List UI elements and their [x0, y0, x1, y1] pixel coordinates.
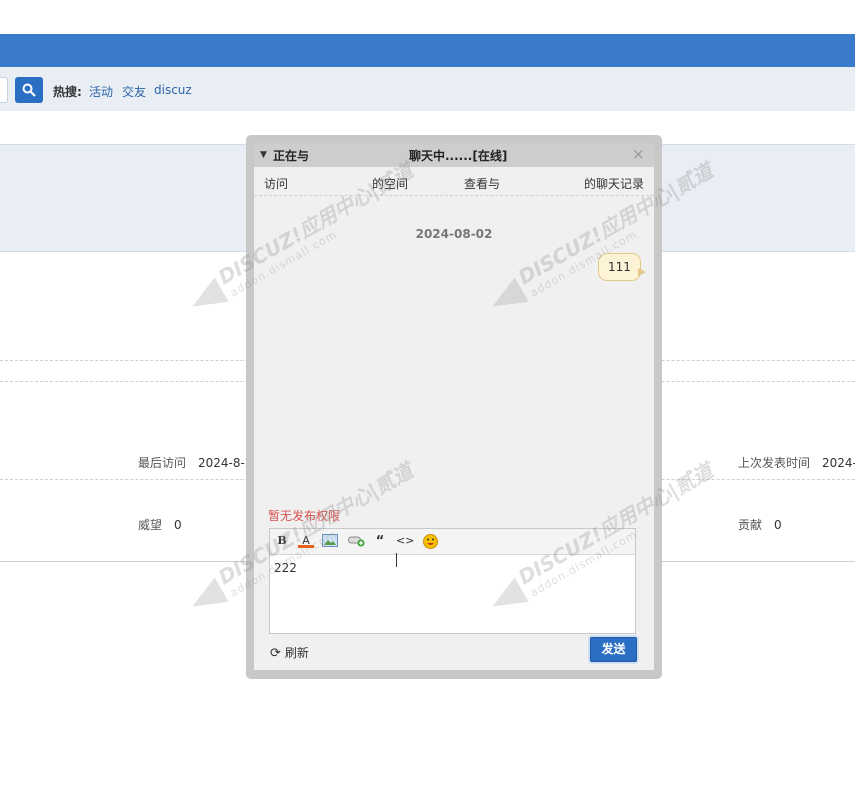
- search-bar: 热搜: 活动 交友 discuz: [0, 67, 855, 111]
- send-button[interactable]: 发送: [590, 637, 637, 662]
- search-icon: [22, 83, 36, 97]
- chat-dialog-body: ▼ 正在与 聊天中......[在线] × 访问 的空间 查看与 的聊天记录 2…: [254, 143, 654, 670]
- message-input[interactable]: 222: [274, 561, 297, 575]
- hot-link-friends[interactable]: 交友: [122, 83, 146, 100]
- collapse-triangle-icon[interactable]: ▼: [260, 150, 267, 160]
- top-nav-bar: [0, 34, 855, 67]
- message-date: 2024-08-02: [415, 227, 493, 241]
- image-icon[interactable]: [322, 534, 338, 548]
- message-editor: B A “ <> 222: [269, 528, 636, 634]
- watermark-arrow-icon: [185, 277, 229, 319]
- chat-dialog: ▼ 正在与 聊天中......[在线] × 访问 的空间 查看与 的聊天记录 2…: [246, 135, 662, 679]
- prestige-stat: 威望 0: [138, 516, 182, 533]
- contribution-value: 0: [774, 518, 782, 532]
- message-bubble: 111: [598, 253, 646, 281]
- prestige-value: 0: [174, 518, 182, 532]
- hot-link-activity[interactable]: 活动: [89, 83, 113, 100]
- watermark-arrow-icon: [185, 577, 229, 619]
- quote-icon[interactable]: “: [372, 534, 388, 549]
- search-input[interactable]: [0, 77, 8, 103]
- visit-link[interactable]: 访问: [264, 175, 288, 192]
- view-with-link[interactable]: 查看与: [464, 175, 500, 192]
- last-visit-label: 最后访问: [138, 456, 187, 470]
- prestige-label: 威望: [138, 518, 163, 532]
- last-post-stat: 上次发表时间 2024-7: [738, 454, 855, 471]
- hot-link-discuz[interactable]: discuz: [154, 83, 192, 97]
- refresh-label: 刷新: [284, 646, 309, 660]
- no-permission-notice: 暂无发布权限: [268, 509, 341, 523]
- chat-title-prefix: 正在与: [273, 149, 310, 163]
- insert-link-icon[interactable]: [348, 534, 365, 548]
- close-icon[interactable]: ×: [632, 145, 645, 163]
- chat-title-status: 聊天中......[在线]: [409, 149, 508, 163]
- contribution-label: 贡献: [738, 518, 763, 532]
- last-post-value: 2024-7: [822, 456, 855, 470]
- emoji-icon[interactable]: [422, 534, 438, 549]
- code-icon[interactable]: <>: [396, 534, 414, 548]
- space-link[interactable]: 的空间: [372, 175, 408, 192]
- text-cursor: [396, 553, 397, 567]
- search-button[interactable]: [15, 77, 43, 103]
- font-color-icon[interactable]: A: [298, 534, 314, 548]
- bold-icon[interactable]: B: [274, 534, 290, 548]
- hot-search-label: 热搜:: [53, 85, 82, 99]
- editor-toolbar: B A “ <>: [270, 529, 635, 555]
- last-post-label: 上次发表时间: [738, 456, 811, 470]
- chat-history-link[interactable]: 的聊天记录: [584, 175, 644, 192]
- chat-nav: 访问 的空间 查看与 的聊天记录: [254, 167, 654, 196]
- refresh-icon: ⟳: [270, 646, 281, 661]
- chat-dialog-header[interactable]: ▼ 正在与 聊天中......[在线] ×: [254, 143, 654, 167]
- refresh-button[interactable]: ⟳ 刷新: [270, 644, 309, 661]
- contribution-stat: 贡献 0: [738, 516, 782, 533]
